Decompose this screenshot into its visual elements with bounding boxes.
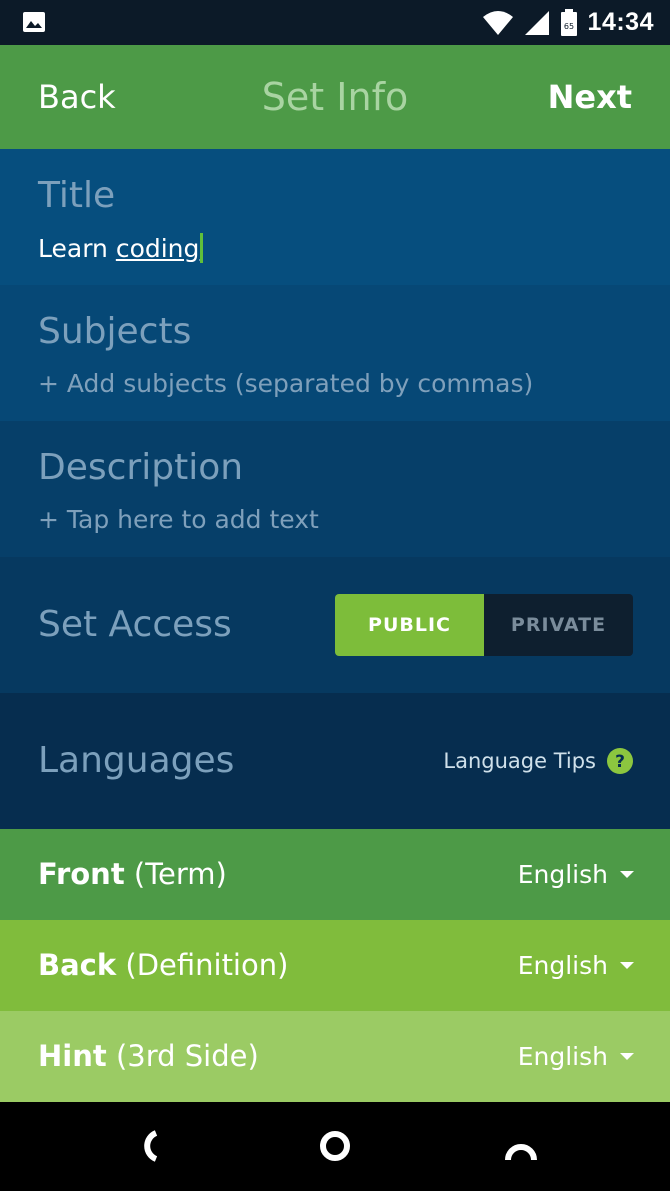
title-field[interactable]: Title Learn coding (0, 149, 670, 285)
chevron-down-icon (620, 871, 634, 878)
help-icon[interactable]: ? (606, 747, 634, 775)
set-access-label: Set Access (38, 604, 232, 645)
front-side-label: Front (Term) (38, 857, 227, 891)
title-label: Title (38, 175, 116, 216)
title-value-underlined: coding (115, 234, 200, 263)
languages-label: Languages (38, 740, 235, 781)
front-language-value: English (517, 860, 608, 889)
subjects-field[interactable]: Subjects + Add subjects (separated by co… (0, 285, 670, 421)
hint-side-label: Hint (3rd Side) (38, 1039, 259, 1073)
description-input[interactable]: + Tap here to add text (38, 505, 319, 534)
languages-row: Languages Language Tips ? (0, 693, 670, 829)
hint-language-row[interactable]: Hint (3rd Side) English (0, 1011, 670, 1102)
system-nav-bar (0, 1102, 670, 1191)
recents-nav-icon[interactable] (495, 1120, 547, 1172)
status-icons: 65 14:34 (482, 0, 654, 45)
front-language-row[interactable]: Front (Term) English (0, 829, 670, 920)
subjects-label: Subjects (38, 311, 192, 352)
signal-icon (524, 10, 549, 35)
language-tips-label: Language Tips (443, 749, 596, 773)
back-language-row[interactable]: Back (Definition) English (0, 920, 670, 1011)
home-nav-icon[interactable] (309, 1120, 361, 1172)
hint-language-value: English (517, 1042, 608, 1071)
back-language-value: English (517, 951, 608, 980)
description-field[interactable]: Description + Tap here to add text (0, 421, 670, 557)
set-access-row: Set Access PUBLIC PRIVATE (0, 557, 670, 693)
app-bar: Back Set Info Next (0, 45, 670, 149)
title-input[interactable]: Learn coding (38, 233, 204, 263)
status-bar: 65 14:34 (0, 0, 670, 45)
chevron-down-icon (620, 1053, 634, 1060)
status-time: 14:34 (587, 8, 654, 36)
svg-text:?: ? (615, 752, 625, 772)
private-option[interactable]: PRIVATE (484, 594, 633, 656)
text-cursor (200, 233, 204, 263)
battery-icon: 65 (560, 8, 577, 36)
back-language-select[interactable]: English (518, 920, 634, 1011)
language-tips-link[interactable]: Language Tips ? (443, 693, 634, 829)
access-toggle[interactable]: PUBLIC PRIVATE (335, 594, 633, 656)
description-label: Description (38, 447, 244, 488)
next-button[interactable]: Next (548, 45, 632, 149)
front-language-select[interactable]: English (518, 829, 634, 920)
back-nav-icon[interactable] (124, 1120, 176, 1172)
title-value-plain: Learn (38, 234, 116, 263)
back-button[interactable]: Back (38, 45, 116, 149)
wifi-icon (482, 10, 513, 35)
photo-icon (23, 12, 45, 32)
subjects-input[interactable]: + Add subjects (separated by commas) (38, 369, 533, 398)
chevron-down-icon (620, 962, 634, 969)
hint-language-select[interactable]: English (518, 1011, 634, 1102)
svg-text:65: 65 (563, 22, 573, 31)
public-option[interactable]: PUBLIC (335, 594, 484, 656)
back-side-label: Back (Definition) (38, 948, 289, 982)
